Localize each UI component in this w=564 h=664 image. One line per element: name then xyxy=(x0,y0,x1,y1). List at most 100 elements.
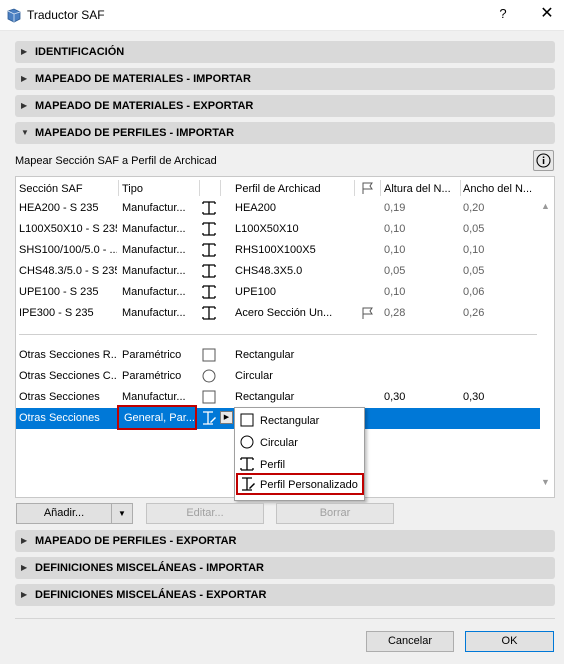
add-button[interactable]: Añadir... xyxy=(16,503,112,524)
delete-button[interactable]: Borrar xyxy=(276,503,394,524)
menu-item-perfil-personalizado[interactable]: Perfil Personalizado xyxy=(236,473,364,495)
cell-ancho: 0,26 xyxy=(463,307,485,319)
expand-arrow-icon: ▶ xyxy=(21,101,28,110)
cell-tipo: Manufactur... xyxy=(122,286,186,298)
cell-perfil: Rectangular xyxy=(235,391,295,403)
table-row[interactable]: UPE100 - S 235 Manufactur... UPE100 0,10… xyxy=(16,282,540,303)
menu-item-label: Perfil Personalizado xyxy=(260,479,358,491)
menu-item-label: Rectangular xyxy=(260,415,320,427)
column-header-ancho[interactable]: Ancho del N... xyxy=(463,183,532,195)
cancel-button-label: Cancelar xyxy=(387,635,433,647)
cell-ancho: 0,30 xyxy=(463,391,485,403)
menu-item-perfil[interactable]: Perfil xyxy=(235,453,366,475)
table-row[interactable]: Otras Secciones C... Paramétrico Circula… xyxy=(16,366,540,387)
help-button[interactable]: ? xyxy=(496,6,510,24)
rectangle-icon xyxy=(202,390,216,404)
column-header-tipo[interactable]: Tipo xyxy=(122,183,143,195)
cell-altura: 0,28 xyxy=(384,307,406,319)
expand-arrow-icon: ▶ xyxy=(21,563,28,572)
cell-tipo: Paramétrico xyxy=(122,370,182,382)
table-row[interactable]: L100X50X10 - S 235 Manufactur... L100X50… xyxy=(16,219,540,240)
section-identificacion[interactable]: ▶ IDENTIFICACIÓN xyxy=(15,41,555,63)
ok-button-label: OK xyxy=(501,635,518,647)
section-miscelaneas-importar[interactable]: ▶ DEFINICIONES MISCELÁNEAS - IMPORTAR xyxy=(15,557,555,579)
cell-tipo: Paramétrico xyxy=(122,349,182,361)
cell-seccion: L100X50X10 - S 235 xyxy=(19,223,117,235)
scroll-down-icon[interactable]: ▼ xyxy=(541,477,550,487)
app-icon xyxy=(7,8,21,23)
profile-icon xyxy=(240,457,254,471)
table-row[interactable]: Otras Secciones R... Paramétrico Rectang… xyxy=(16,345,540,366)
expand-arrow-icon: ▶ xyxy=(21,536,28,545)
edit-button[interactable]: Editar... xyxy=(146,503,264,524)
cell-perfil: UPE100 xyxy=(235,286,276,298)
cell-tipo: Manufactur... xyxy=(122,391,186,403)
profile-icon xyxy=(202,222,216,236)
cell-seccion: Otras Secciones xyxy=(19,391,100,403)
cell-tipo: General, Par... xyxy=(124,412,195,424)
column-header-perfil[interactable]: Perfil de Archicad xyxy=(235,183,321,195)
section-label: MAPEADO DE PERFILES - EXPORTAR xyxy=(35,535,237,547)
section-label: MAPEADO DE MATERIALES - IMPORTAR xyxy=(35,73,251,85)
table-row[interactable]: CHS48.3/5.0 - S 235 Manufactur... CHS48.… xyxy=(16,261,540,282)
section-miscelaneas-exportar[interactable]: ▶ DEFINICIONES MISCELÁNEAS - EXPORTAR xyxy=(15,584,555,606)
menu-item-rectangular[interactable]: Rectangular xyxy=(235,409,366,431)
cell-seccion: Otras Secciones xyxy=(19,412,100,424)
expand-arrow-icon: ▶ xyxy=(21,590,28,599)
chevron-down-icon: ▼ xyxy=(118,509,126,518)
cell-seccion: SHS100/100/5.0 - ... xyxy=(19,244,117,256)
delete-button-label: Borrar xyxy=(319,507,351,519)
section-label: MAPEADO DE PERFILES - IMPORTAR xyxy=(35,127,235,139)
circle-icon xyxy=(240,435,254,449)
section-perfiles-importar[interactable]: ▼ MAPEADO DE PERFILES - IMPORTAR xyxy=(15,122,555,144)
cell-seccion: UPE100 - S 235 xyxy=(19,286,99,298)
scroll-up-icon[interactable]: ▲ xyxy=(541,201,550,211)
menu-item-label: Circular xyxy=(260,437,298,449)
expand-arrow-icon: ▶ xyxy=(21,74,28,83)
cell-altura: 0,10 xyxy=(384,286,406,298)
cell-perfil: L100X50X10 xyxy=(235,223,299,235)
cell-tipo: Manufactur... xyxy=(122,223,186,235)
cell-tipo: Manufactur... xyxy=(122,244,186,256)
cell-altura: 0,05 xyxy=(384,265,406,277)
table-row[interactable]: IPE300 - S 235 Manufactur... Acero Secci… xyxy=(16,303,540,324)
tipo-dropdown-highlighted[interactable]: General, Par... xyxy=(117,405,197,430)
menu-item-circular[interactable]: Circular xyxy=(235,431,366,453)
menu-item-label: Perfil xyxy=(260,459,286,471)
section-materiales-importar[interactable]: ▶ MAPEADO DE MATERIALES - IMPORTAR xyxy=(15,68,555,90)
table-divider xyxy=(19,334,537,335)
profile-icon xyxy=(202,201,216,215)
table-row[interactable]: SHS100/100/5.0 - ... Manufactur... RHS10… xyxy=(16,240,540,261)
cell-perfil: Rectangular xyxy=(235,349,295,361)
flag-icon xyxy=(362,307,373,319)
title-bar: Traductor SAF ? ✕ xyxy=(0,0,564,31)
cell-tipo: Manufactur... xyxy=(122,202,186,214)
section-perfiles-exportar[interactable]: ▶ MAPEADO DE PERFILES - EXPORTAR xyxy=(15,530,555,552)
cell-perfil: RHS100X100X5 xyxy=(235,244,316,256)
column-header-seccion[interactable]: Sección SAF xyxy=(19,183,83,195)
add-button-label: Añadir... xyxy=(43,507,85,519)
profile-icon xyxy=(202,264,216,278)
expand-arrow-icon: ▶ xyxy=(21,47,28,56)
mapping-subtitle: Mapear Sección SAF a Perfil de Archicad xyxy=(15,155,217,167)
close-button[interactable]: ✕ xyxy=(538,5,556,23)
column-header-altura[interactable]: Altura del N... xyxy=(384,183,451,195)
custom-profile-icon xyxy=(242,477,255,491)
cell-altura: 0,10 xyxy=(384,244,406,256)
cancel-button[interactable]: Cancelar xyxy=(366,631,454,652)
circle-icon xyxy=(202,369,216,383)
section-materiales-exportar[interactable]: ▶ MAPEADO DE MATERIALES - EXPORTAR xyxy=(15,95,555,117)
cell-ancho: 0,20 xyxy=(463,202,485,214)
info-button[interactable] xyxy=(533,150,554,171)
window-title: Traductor SAF xyxy=(27,8,105,22)
cell-perfil: CHS48.3X5.0 xyxy=(235,265,303,277)
ok-button[interactable]: OK xyxy=(465,631,554,652)
profile-type-menu-button[interactable]: ▶ xyxy=(220,411,233,424)
cell-perfil: Acero Sección Un... xyxy=(235,307,333,319)
add-dropdown-button[interactable]: ▼ xyxy=(111,503,133,524)
table-row[interactable]: Otras Secciones Manufactur... Rectangula… xyxy=(16,387,540,408)
table-row[interactable]: HEA200 - S 235 Manufactur... HEA200 0,19… xyxy=(16,198,540,219)
collapse-arrow-icon: ▼ xyxy=(21,128,29,137)
cell-tipo: Manufactur... xyxy=(122,307,186,319)
cell-altura: 0,19 xyxy=(384,202,406,214)
